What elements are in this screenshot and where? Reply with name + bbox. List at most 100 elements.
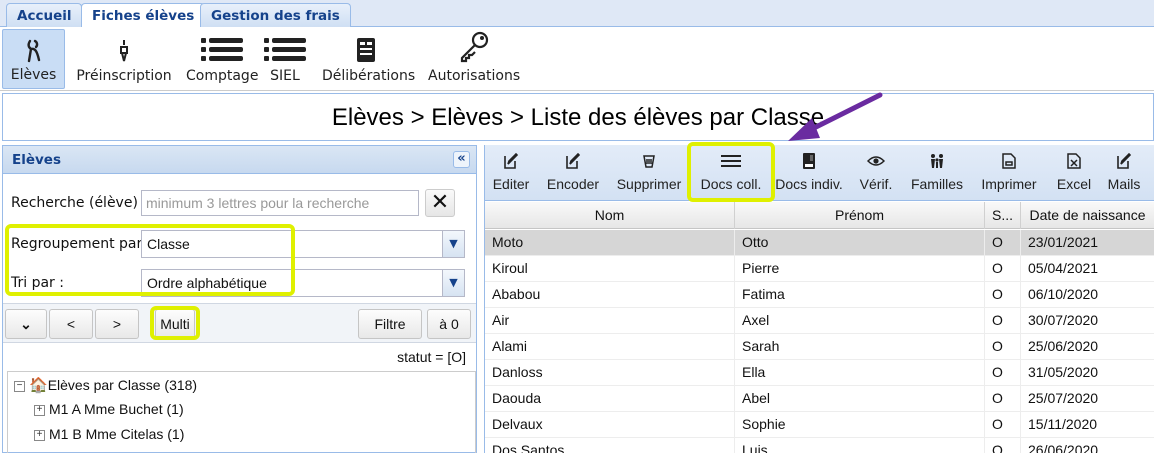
top-tab-strip: Accueil Fiches élèves Gestion des frais — [0, 0, 1154, 28]
edit-icon — [504, 153, 518, 169]
ribbon-siel-button[interactable]: SIEL — [262, 29, 308, 89]
tree-root-label: Elèves par Classe (318) — [47, 377, 198, 393]
key-icon — [460, 31, 489, 63]
ribbon-comptage-button[interactable]: Comptage — [186, 29, 258, 89]
column-header-prenom[interactable]: Prénom — [735, 202, 985, 229]
tree-item[interactable]: + M1 A Mme Buchet (1) — [34, 401, 184, 425]
cell-prenom: Ella — [735, 360, 985, 386]
familles-button[interactable]: Familles — [909, 147, 965, 199]
tree-item[interactable]: + M1 B Mme Citelas (1) — [34, 426, 184, 450]
cell-prenom: Luis — [735, 438, 985, 453]
breadcrumb: Elèves > Elèves > Liste des élèves par C… — [331, 104, 825, 131]
cell-prenom: Pierre — [735, 256, 985, 282]
column-header-nom[interactable]: Nom — [485, 202, 735, 229]
cell-nom: Alami — [485, 334, 735, 360]
excel-button[interactable]: Excel — [1053, 147, 1095, 199]
left-panel-title: Elèves — [12, 152, 61, 168]
expand-node-icon[interactable]: + — [34, 404, 45, 416]
ribbon-comptage-label: Comptage — [186, 68, 259, 84]
cell-date: 23/01/2021 — [1021, 230, 1154, 256]
verif-button[interactable]: Vérif. — [855, 147, 897, 199]
search-input[interactable]: minimum 3 lettres pour la recherche — [141, 190, 419, 216]
breadcrumb-bar: Elèves > Elèves > Liste des élèves par C… — [2, 93, 1154, 141]
verif-label: Vérif. — [859, 176, 893, 192]
grid-header: Nom Prénom S... Date de naissance — [485, 202, 1154, 229]
edit-icon — [566, 153, 580, 169]
table-row[interactable]: Danloss Ella O 31/05/2020 — [485, 360, 1154, 386]
cell-statut: O — [985, 334, 1021, 360]
ribbon-toolbar: Elèves Préinscription Comptage SIEL Déli… — [0, 27, 1154, 91]
mail-icon — [1117, 153, 1131, 169]
student-list-panel: Editer Encoder Supprimer Docs coll. Docs… — [484, 142, 1154, 453]
tab-gestion-des-frais[interactable]: Gestion des frais — [200, 3, 351, 27]
ribbon-eleves-label: Elèves — [10, 67, 57, 83]
previous-button[interactable]: < — [49, 309, 93, 339]
clear-search-button[interactable]: ✕ — [425, 189, 455, 217]
left-filter-panel: Elèves « Recherche (élève) : minimum 3 l… — [2, 145, 477, 453]
expand-node-icon[interactable]: + — [34, 429, 45, 441]
table-row[interactable]: Dos Santos Luis O 26/06/2020 — [485, 438, 1154, 453]
cell-date: 25/07/2020 — [1021, 386, 1154, 412]
cell-statut: O — [985, 386, 1021, 412]
filtre-button[interactable]: Filtre — [358, 309, 422, 339]
imprimer-button[interactable]: Imprimer — [979, 147, 1039, 199]
cell-statut: O — [985, 412, 1021, 438]
cell-statut: O — [985, 360, 1021, 386]
home-icon: 🏠 — [29, 377, 48, 394]
statut-text: statut = [O] — [397, 349, 466, 365]
tab-fiches-eleves[interactable]: Fiches élèves — [81, 3, 206, 28]
ribbon-preinscription-button[interactable]: Préinscription — [76, 29, 172, 89]
ribbon-autorisations-button[interactable]: Autorisations — [428, 29, 520, 89]
ribbon-deliberations-button[interactable]: Délibérations — [322, 29, 415, 89]
left-toolbar: ⌄ < > Multi Filtre à 0 — [3, 303, 476, 343]
next-button[interactable]: > — [95, 309, 139, 339]
cell-statut: O — [985, 230, 1021, 256]
grid-toolbar: Editer Encoder Supprimer Docs coll. Docs… — [485, 142, 1154, 202]
close-icon: ✕ — [430, 190, 450, 215]
cell-prenom: Abel — [735, 386, 985, 412]
cell-nom: Ababou — [485, 282, 735, 308]
ribbon-eleves-button[interactable]: Elèves — [2, 29, 65, 89]
cell-prenom: Otto — [735, 230, 985, 256]
document-icon — [357, 38, 375, 62]
cell-date: 26/06/2020 — [1021, 438, 1154, 453]
table-row[interactable]: Air Axel O 30/07/2020 — [485, 308, 1154, 334]
editer-button[interactable]: Editer — [489, 147, 533, 199]
table-row[interactable]: Daouda Abel O 25/07/2020 — [485, 386, 1154, 412]
table-row[interactable]: Kiroul Pierre O 05/04/2021 — [485, 256, 1154, 282]
table-row[interactable]: Moto Otto O 23/01/2021 — [485, 230, 1154, 256]
collapse-node-icon[interactable]: − — [14, 380, 25, 392]
ribbon-autorisations-label: Autorisations — [428, 68, 521, 84]
pen-icon — [120, 40, 128, 62]
ribbon-preinscription-label: Préinscription — [76, 68, 172, 84]
cell-nom: Moto — [485, 230, 735, 256]
collapse-left-panel-button[interactable]: « — [453, 151, 470, 168]
table-row[interactable]: Ababou Fatima O 06/10/2020 — [485, 282, 1154, 308]
cell-date: 31/05/2020 — [1021, 360, 1154, 386]
cell-date: 30/07/2020 — [1021, 308, 1154, 334]
cell-nom: Dos Santos — [485, 438, 735, 453]
chevron-down-icon[interactable]: ▼ — [442, 270, 464, 296]
expand-all-button[interactable]: ⌄ — [5, 309, 47, 339]
chevron-down-icon[interactable]: ▼ — [442, 231, 464, 257]
cell-nom: Danloss — [485, 360, 735, 386]
list-icon — [264, 38, 306, 61]
column-header-statut[interactable]: S... — [985, 202, 1021, 229]
cell-statut: O — [985, 438, 1021, 453]
editer-label: Editer — [492, 176, 530, 192]
supprimer-button[interactable]: Supprimer — [613, 147, 685, 199]
highlight-docs-coll-box — [687, 142, 775, 202]
cell-prenom: Sophie — [735, 412, 985, 438]
table-row[interactable]: Alami Sarah O 25/06/2020 — [485, 334, 1154, 360]
docs-indiv-button[interactable]: Docs indiv. — [775, 147, 843, 199]
mails-button[interactable]: Mails — [1105, 147, 1143, 199]
tab-accueil[interactable]: Accueil — [6, 3, 83, 27]
table-row[interactable]: Delvaux Sophie O 15/11/2020 — [485, 412, 1154, 438]
tree-root-row[interactable]: − 🏠Elèves par Classe (318) — [14, 376, 197, 400]
reset-zero-button[interactable]: à 0 — [427, 309, 471, 339]
cell-date: 05/04/2021 — [1021, 256, 1154, 282]
encoder-button[interactable]: Encoder — [543, 147, 603, 199]
search-label: Recherche (élève) : — [11, 195, 148, 211]
cell-nom: Delvaux — [485, 412, 735, 438]
column-header-date[interactable]: Date de naissance — [1021, 202, 1154, 229]
